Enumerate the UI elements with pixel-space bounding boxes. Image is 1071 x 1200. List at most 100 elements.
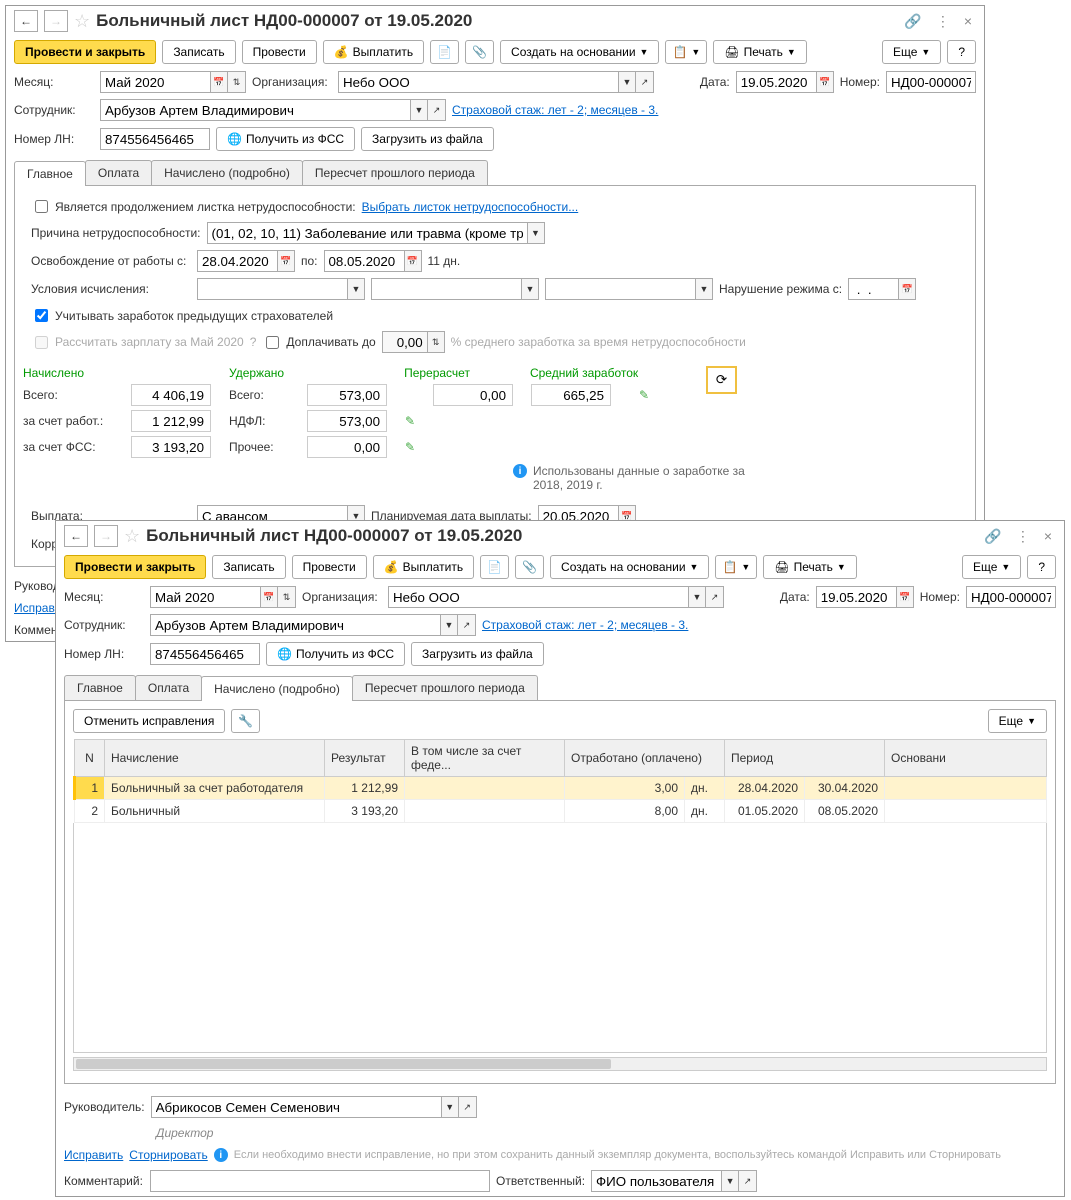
help-button[interactable]: ? [1027, 555, 1056, 579]
copy-button[interactable]: 📋 ▼ [665, 40, 707, 64]
responsible-field[interactable]: ▼↗ [591, 1170, 757, 1192]
consider-prev-checkbox[interactable]: Учитывать заработок предыдущих страховат… [31, 306, 333, 325]
dropdown-icon[interactable]: ▼ [527, 222, 545, 244]
correct-link[interactable]: Исправить [64, 1148, 123, 1162]
date-from-field[interactable]: 📅 [197, 250, 295, 272]
date-field[interactable]: 📅 [736, 71, 834, 93]
document-icon-button[interactable]: 📄 [480, 555, 509, 579]
ndfl-value[interactable] [307, 410, 387, 432]
help-button[interactable]: ? [947, 40, 976, 64]
dropdown-icon[interactable]: ▼ [618, 71, 636, 93]
org-field[interactable]: ▼ ↗ [338, 71, 654, 93]
calendar-icon[interactable]: 📅 [898, 278, 916, 300]
open-icon[interactable]: ↗ [636, 71, 654, 93]
favorite-icon[interactable]: ☆ [74, 11, 90, 32]
attachment-icon-button[interactable]: 📎 [465, 40, 494, 64]
tab-detail[interactable]: Начислено (подробно) [151, 160, 303, 185]
undo-corrections-button[interactable]: Отменить исправления [73, 709, 225, 733]
menu-icon[interactable]: ⋮ [1012, 528, 1034, 545]
number-field[interactable] [886, 71, 976, 93]
tab-main[interactable]: Главное [14, 161, 86, 186]
save-button[interactable]: Записать [162, 40, 235, 64]
seniority-link[interactable]: Страховой стаж: лет - 2; месяцев - 3. [482, 618, 688, 632]
link-icon[interactable]: 🔗 [980, 528, 1005, 545]
refresh-button[interactable]: ⟳ [706, 366, 737, 394]
post-button[interactable]: Провести [292, 555, 367, 579]
recalc-value[interactable] [433, 384, 513, 406]
more-button[interactable]: Еще ▼ [882, 40, 941, 64]
edit-icon[interactable]: ✎ [639, 388, 659, 402]
withheld-total[interactable] [307, 384, 387, 406]
select-sheet-link[interactable]: Выбрать листок нетрудоспособности... [362, 200, 579, 214]
tab-recalc[interactable]: Пересчет прошлого периода [352, 675, 538, 700]
print-button[interactable]: 🖨 Печать ▼ [763, 555, 856, 579]
post-and-close-button[interactable]: Провести и закрыть [14, 40, 156, 64]
dropdown-icon[interactable]: ▼ [410, 99, 428, 121]
tab-main[interactable]: Главное [64, 675, 136, 700]
employee-field[interactable]: ▼ ↗ [100, 99, 446, 121]
post-button[interactable]: Провести [242, 40, 317, 64]
date-field[interactable]: 📅 [816, 586, 914, 608]
table-settings-button[interactable]: 🔧 [231, 709, 260, 733]
post-and-close-button[interactable]: Провести и закрыть [64, 555, 206, 579]
calendar-icon[interactable]: 📅 [816, 71, 834, 93]
comment-field[interactable] [150, 1170, 490, 1192]
condition-1[interactable]: ▼ [197, 278, 365, 300]
load-from-file-button[interactable]: Загрузить из файла [361, 127, 494, 151]
link-icon[interactable]: 🔗 [900, 13, 925, 30]
ln-field[interactable] [100, 128, 210, 150]
horizontal-scrollbar[interactable] [73, 1057, 1047, 1071]
close-icon[interactable]: × [960, 13, 976, 29]
load-from-file-button[interactable]: Загрузить из файла [411, 642, 544, 666]
ln-field[interactable] [150, 643, 260, 665]
other-value[interactable] [307, 436, 387, 458]
tab-recalc[interactable]: Пересчет прошлого периода [302, 160, 488, 185]
date-to-field[interactable]: 📅 [324, 250, 422, 272]
avg-value[interactable] [531, 384, 611, 406]
calendar-icon[interactable]: 📅 [210, 71, 228, 93]
back-button[interactable]: ← [64, 525, 88, 547]
favorite-icon[interactable]: ☆ [124, 526, 140, 547]
forward-button[interactable]: → [94, 525, 118, 547]
tab-payment[interactable]: Оплата [135, 675, 202, 700]
pay-button[interactable]: 💰 Выплатить [373, 555, 474, 579]
table-row[interactable]: 1Больничный за счет работодателя1 212,99… [75, 777, 1047, 800]
back-button[interactable]: ← [14, 10, 38, 32]
more-button[interactable]: Еще ▼ [962, 555, 1021, 579]
get-from-fss-button[interactable]: 🌐 Получить из ФСС [266, 642, 405, 666]
manager-field[interactable]: ▼↗ [151, 1096, 477, 1118]
table-more-button[interactable]: Еще ▼ [988, 709, 1047, 733]
edit-icon[interactable]: ✎ [405, 440, 425, 454]
open-icon[interactable]: ↗ [428, 99, 446, 121]
calendar-icon[interactable]: 📅 [277, 250, 295, 272]
seniority-link[interactable]: Страховой стаж: лет - 2; месяцев - 3. [452, 103, 658, 117]
table-row[interactable]: 2Больничный3 193,208,00дн.01.05.202008.0… [75, 800, 1047, 823]
accruals-table[interactable]: N Начисление Результат В том числе за сч… [73, 739, 1047, 823]
reason-field[interactable]: ▼ [207, 222, 545, 244]
print-button[interactable]: 🖨 Печать ▼ [713, 40, 806, 64]
employer-value[interactable] [131, 410, 211, 432]
number-field[interactable] [966, 586, 1056, 608]
continuation-checkbox[interactable]: Является продолжением листка нетрудоспос… [31, 197, 356, 216]
month-field[interactable]: 📅 ⇅ [100, 71, 246, 93]
condition-2[interactable]: ▼ [371, 278, 539, 300]
save-button[interactable]: Записать [212, 555, 285, 579]
month-field[interactable]: 📅⇅ [150, 586, 296, 608]
calendar-icon[interactable]: 📅 [404, 250, 422, 272]
copy-button[interactable]: 📋 ▼ [715, 555, 757, 579]
edit-icon[interactable]: ✎ [405, 414, 425, 428]
create-based-button[interactable]: Создать на основании ▼ [550, 555, 709, 579]
pay-button[interactable]: 💰 Выплатить [323, 40, 424, 64]
pay-extra-checkbox[interactable]: Доплачивать до [262, 333, 375, 352]
close-icon[interactable]: × [1040, 528, 1056, 544]
menu-icon[interactable]: ⋮ [932, 13, 954, 30]
attachment-icon-button[interactable]: 📎 [515, 555, 544, 579]
employee-field[interactable]: ▼↗ [150, 614, 476, 636]
tab-payment[interactable]: Оплата [85, 160, 152, 185]
forward-button[interactable]: → [44, 10, 68, 32]
fss-value[interactable] [131, 436, 211, 458]
document-icon-button[interactable]: 📄 [430, 40, 459, 64]
condition-3[interactable]: ▼ [545, 278, 713, 300]
org-field[interactable]: ▼↗ [388, 586, 724, 608]
spinner-icon[interactable]: ⇅ [228, 71, 246, 93]
